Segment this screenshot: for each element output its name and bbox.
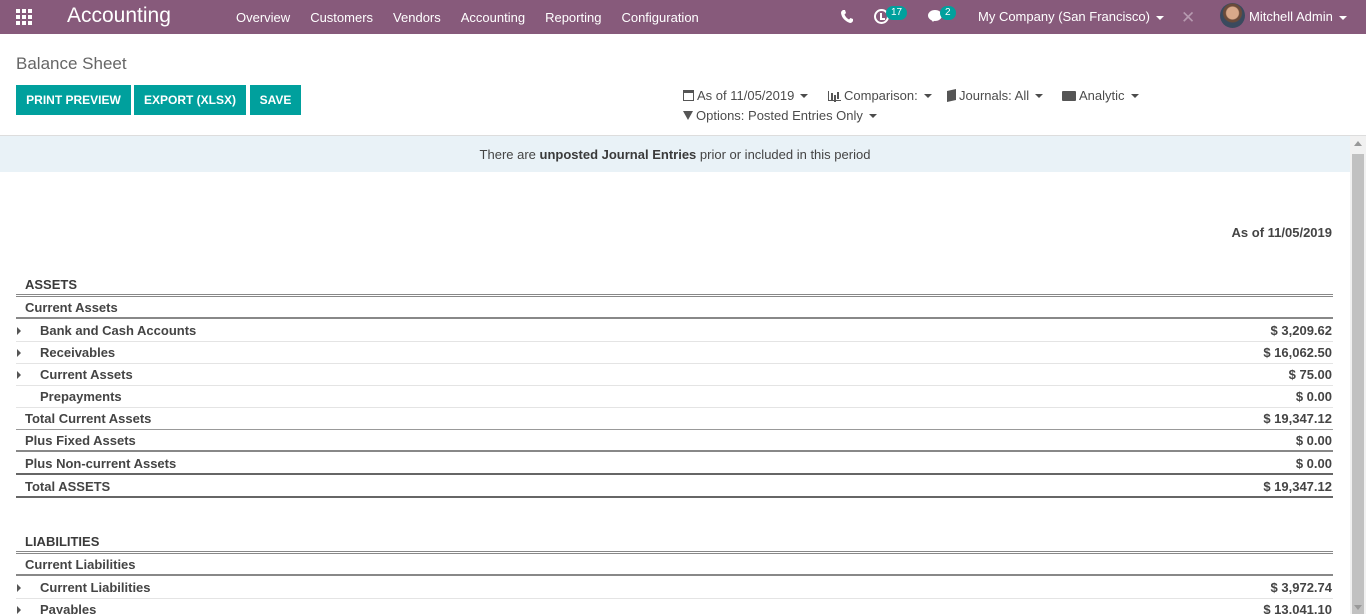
total-assets-row: Total ASSETS $ 19,347.12 xyxy=(16,476,1333,498)
chevron-down-icon xyxy=(800,93,809,98)
row-value[interactable]: $ 3,209.62 xyxy=(1271,323,1332,338)
filter-funnel-icon xyxy=(683,111,693,120)
unposted-entries-alert: There are unposted Journal Entries prior… xyxy=(0,136,1350,172)
table-row[interactable]: Bank and Cash Accounts $ 3,209.62 xyxy=(16,320,1333,342)
liabilities-heading: LIABILITIES xyxy=(25,534,100,549)
row-value[interactable]: $ 75.00 xyxy=(1289,367,1332,382)
bar-chart-icon xyxy=(828,90,841,101)
date-filter[interactable]: As of 11/05/2019 xyxy=(683,88,809,103)
save-button[interactable]: SAVE xyxy=(250,85,301,115)
scrollbar-thumb[interactable] xyxy=(1352,154,1364,614)
options-filter[interactable]: Options: Posted Entries Only xyxy=(683,108,877,123)
options-filter-label: Options: Posted Entries Only xyxy=(696,108,863,123)
comparison-filter[interactable]: Comparison: xyxy=(828,88,932,103)
close-icon[interactable]: ✕ xyxy=(1181,8,1195,28)
row-label: Current Assets xyxy=(40,367,133,382)
row-value: $ 0.00 xyxy=(1295,432,1332,448)
chevron-down-icon xyxy=(1155,15,1164,20)
expand-caret-icon[interactable] xyxy=(17,584,21,592)
row-label: Current Liabilities xyxy=(25,556,136,572)
row-label: Plus Non-current Assets xyxy=(25,455,177,471)
noncurrent-assets-row: Plus Non-current Assets $ 0.00 xyxy=(16,453,1333,475)
user-name: Mitchell Admin xyxy=(1249,9,1333,24)
row-label: Prepayments xyxy=(40,389,122,404)
row-value: $ 0.00 xyxy=(1295,455,1332,471)
scrollbar[interactable] xyxy=(1350,136,1366,614)
row-label: Plus Fixed Assets xyxy=(25,432,136,448)
menu-accounting[interactable]: Accounting xyxy=(461,10,525,25)
page-title: Balance Sheet xyxy=(16,54,127,73)
export-xlsx-button[interactable]: EXPORT (XLSX) xyxy=(134,85,246,115)
row-label: Payables xyxy=(40,602,97,614)
journals-filter-label: Journals: All xyxy=(959,88,1030,103)
menu-reporting[interactable]: Reporting xyxy=(545,10,601,25)
table-row[interactable]: Current Assets $ 75.00 xyxy=(16,364,1333,386)
user-menu[interactable]: Mitchell Admin xyxy=(1249,9,1347,24)
journals-filter[interactable]: Journals: All xyxy=(947,88,1044,103)
row-label: Receivables xyxy=(40,345,116,360)
scroll-up-icon[interactable] xyxy=(1354,141,1362,146)
fixed-assets-row: Plus Fixed Assets $ 0.00 xyxy=(16,430,1333,452)
expand-caret-icon[interactable] xyxy=(17,349,21,357)
row-label: Total Current Assets xyxy=(25,411,152,426)
row-label: Bank and Cash Accounts xyxy=(40,323,197,338)
row-label: Total ASSETS xyxy=(25,478,111,494)
row-value: $ 19,347.12 xyxy=(1263,478,1332,494)
alert-suffix: prior or included in this period xyxy=(696,146,871,162)
folder-icon xyxy=(1062,90,1076,101)
total-current-assets-row: Total Current Assets $ 19,347.12 xyxy=(16,408,1333,430)
chevron-down-icon xyxy=(1035,93,1044,98)
analytic-filter-label: Analytic xyxy=(1079,88,1125,103)
book-icon xyxy=(947,89,956,102)
row-label: Current Liabilities xyxy=(40,580,151,595)
top-navbar: Accounting Overview Customers Vendors Ac… xyxy=(0,0,1366,34)
expand-caret-icon[interactable] xyxy=(17,606,21,614)
chevron-down-icon xyxy=(868,113,877,118)
current-assets-heading-row: Current Assets xyxy=(16,297,1333,319)
alert-link[interactable]: unposted Journal Entries xyxy=(540,147,697,162)
row-label: Current Assets xyxy=(25,299,118,315)
table-row[interactable]: Current Liabilities $ 3,972.74 xyxy=(16,577,1333,599)
chevron-down-icon xyxy=(1130,93,1139,98)
date-filter-label: As of 11/05/2019 xyxy=(697,88,795,103)
chevron-down-icon xyxy=(923,93,932,98)
report-date-header: As of 11/05/2019 xyxy=(1231,225,1332,240)
comparison-filter-label: Comparison: xyxy=(844,88,918,103)
phone-icon[interactable] xyxy=(841,10,853,23)
activity-badge: 17 xyxy=(886,6,908,20)
row-value: $ 19,347.12 xyxy=(1263,411,1332,426)
expand-caret-icon[interactable] xyxy=(17,327,21,335)
row-value[interactable]: $ 3,972.74 xyxy=(1271,580,1332,595)
analytic-filter[interactable]: Analytic xyxy=(1062,88,1139,103)
menu-vendors[interactable]: Vendors xyxy=(393,10,441,25)
menu-configuration[interactable]: Configuration xyxy=(621,10,698,25)
expand-caret-icon[interactable] xyxy=(17,371,21,379)
table-row[interactable]: Payables $ 13,041.10 xyxy=(16,599,1333,614)
current-liabilities-heading-row: Current Liabilities xyxy=(16,554,1333,576)
app-brand[interactable]: Accounting xyxy=(67,4,171,28)
avatar[interactable] xyxy=(1220,3,1245,28)
row-value: $ 0.00 xyxy=(1295,389,1332,404)
scroll-down-icon[interactable] xyxy=(1354,605,1362,610)
chevron-down-icon xyxy=(1338,15,1347,20)
menu-overview[interactable]: Overview xyxy=(236,10,290,25)
row-value[interactable]: $ 13,041.10 xyxy=(1263,602,1332,614)
company-switcher[interactable]: My Company (San Francisco) xyxy=(978,9,1164,24)
menu-customers[interactable]: Customers xyxy=(310,10,373,25)
table-row[interactable]: Receivables $ 16,062.50 xyxy=(16,342,1333,364)
company-name: My Company (San Francisco) xyxy=(978,9,1150,24)
row-value[interactable]: $ 16,062.50 xyxy=(1263,345,1332,360)
calendar-icon xyxy=(683,90,694,101)
table-row: Prepayments $ 0.00 xyxy=(16,386,1333,408)
apps-grid-icon[interactable] xyxy=(16,9,34,25)
main-menu: Overview Customers Vendors Accounting Re… xyxy=(236,0,719,34)
assets-heading: ASSETS xyxy=(25,277,78,292)
messages-badge: 2 xyxy=(940,6,956,20)
alert-prefix: There are xyxy=(479,146,540,162)
print-preview-button[interactable]: PRINT PREVIEW xyxy=(16,85,131,115)
